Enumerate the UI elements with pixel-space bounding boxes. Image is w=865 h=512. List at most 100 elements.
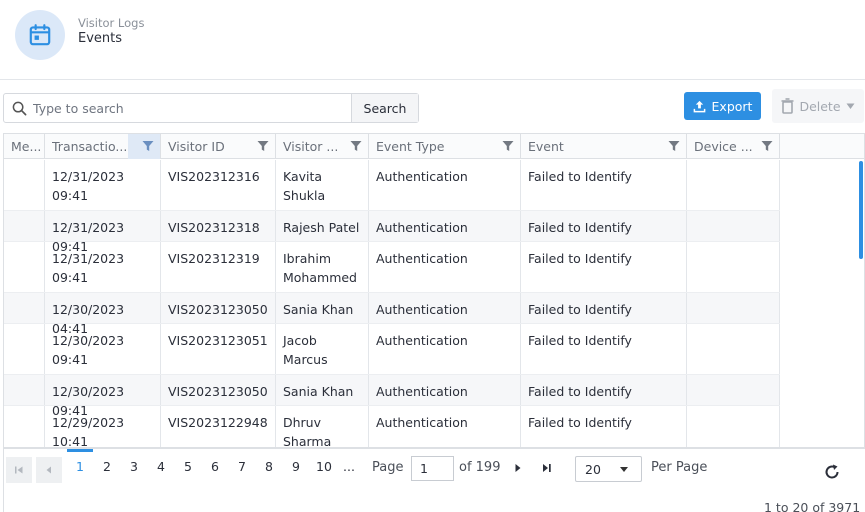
column-header-me[interactable]: Me... bbox=[4, 134, 45, 159]
cell-device bbox=[687, 324, 780, 374]
cell-me bbox=[4, 293, 45, 323]
upload-icon bbox=[693, 100, 705, 112]
page-link[interactable]: 3 bbox=[126, 459, 142, 474]
column-header-transaction[interactable]: Transactio... bbox=[45, 134, 161, 159]
refresh-icon[interactable] bbox=[822, 462, 842, 482]
cell-device bbox=[687, 160, 780, 210]
cell-visitor-name: Ibrahim Mohammed bbox=[276, 242, 369, 292]
table-row[interactable]: 12/31/2023 09:41 VIS202312319 Ibrahim Moh… bbox=[4, 242, 780, 293]
cell-event: Failed to Identify bbox=[521, 406, 687, 447]
column-header-event-type[interactable]: Event Type bbox=[369, 134, 521, 159]
cell-visitor-id: VIS202312319 bbox=[161, 242, 276, 292]
cell-visitor-name: Sania Khan bbox=[276, 375, 369, 405]
page-ellipsis[interactable]: ... bbox=[341, 459, 357, 474]
table-row[interactable]: 12/29/2023 10:41 VIS2023122948 Dhruv Shar… bbox=[4, 406, 780, 447]
cell-me bbox=[4, 375, 45, 405]
column-header-event[interactable]: Event bbox=[521, 134, 687, 159]
cell-visitor-id: VIS2023123050 bbox=[161, 293, 276, 323]
page-total: of 199 bbox=[459, 460, 501, 475]
first-page-button[interactable] bbox=[6, 457, 32, 483]
chevron-down-icon[interactable] bbox=[846, 103, 855, 110]
cell-me bbox=[4, 160, 45, 210]
page-link[interactable]: 4 bbox=[153, 459, 169, 474]
page-header: Visitor Logs Events bbox=[0, 0, 865, 80]
cell-transaction: 12/31/2023 09:41 bbox=[45, 160, 161, 210]
cell-event: Failed to Identify bbox=[521, 211, 687, 241]
column-header-device[interactable]: Device ... bbox=[687, 134, 780, 159]
filter-icon[interactable] bbox=[142, 140, 154, 152]
last-page-icon[interactable] bbox=[541, 462, 553, 474]
page-link[interactable]: 6 bbox=[207, 459, 223, 474]
cell-event: Failed to Identify bbox=[521, 324, 687, 374]
cell-transaction: 12/31/2023 09:41 bbox=[45, 211, 161, 254]
cell-visitor-id: VIS202312316 bbox=[161, 160, 276, 210]
cell-visitor-name: Dhruv Sharma bbox=[276, 406, 369, 447]
cell-me bbox=[4, 242, 45, 292]
filter-icon[interactable] bbox=[502, 140, 514, 152]
page-link[interactable]: 7 bbox=[234, 459, 250, 474]
search-button[interactable]: Search bbox=[351, 94, 418, 122]
cell-me bbox=[4, 211, 45, 241]
page-link[interactable]: 1 bbox=[72, 459, 88, 474]
cell-device bbox=[687, 293, 780, 323]
cell-me bbox=[4, 324, 45, 374]
cell-event-type: Authentication bbox=[369, 375, 521, 405]
page-link[interactable]: 5 bbox=[180, 459, 196, 474]
export-label: Export bbox=[711, 98, 753, 114]
table-row[interactable]: 12/30/2023 09:41 VIS2023123051 Jacob Marc… bbox=[4, 324, 780, 375]
vertical-scrollbar[interactable] bbox=[859, 161, 863, 259]
filter-icon[interactable] bbox=[257, 140, 269, 152]
filter-icon[interactable] bbox=[668, 140, 680, 152]
chevron-down-icon bbox=[620, 467, 628, 472]
cell-device bbox=[687, 242, 780, 292]
prev-page-button[interactable] bbox=[36, 457, 62, 483]
column-header-visitor-name[interactable]: Visitor ... bbox=[276, 134, 369, 159]
events-grid: Me... Transactio... Visitor ID Visitor .… bbox=[3, 133, 865, 448]
cell-event-type: Authentication bbox=[369, 324, 521, 374]
table-row[interactable]: 12/30/2023 04:41 VIS2023123050 Sania Kha… bbox=[4, 293, 780, 336]
cell-visitor-id: VIS2023122948 bbox=[161, 406, 276, 447]
cell-event: Failed to Identify bbox=[521, 160, 687, 210]
chevron-left-icon bbox=[46, 466, 51, 474]
cell-event-type: Authentication bbox=[369, 242, 521, 292]
pagination-bar: 1 2 3 4 5 6 7 8 9 10 ... Page of 199 20 … bbox=[3, 448, 865, 512]
cell-event: Failed to Identify bbox=[521, 375, 687, 405]
page-link[interactable]: 9 bbox=[288, 459, 304, 474]
column-header-visitor-id[interactable]: Visitor ID bbox=[161, 134, 276, 159]
table-row[interactable]: 12/31/2023 09:41 VIS202312318 Rajesh Pat… bbox=[4, 211, 780, 254]
grid-header: Me... Transactio... Visitor ID Visitor .… bbox=[4, 134, 864, 159]
cell-visitor-name: Kavita Shukla bbox=[276, 160, 369, 210]
cell-device bbox=[687, 211, 780, 241]
filter-icon[interactable] bbox=[350, 140, 362, 152]
cell-transaction: 12/29/2023 10:41 bbox=[45, 406, 161, 447]
table-row[interactable]: 12/30/2023 09:41 VIS2023123050 Sania Kha… bbox=[4, 375, 780, 418]
search-field bbox=[4, 94, 351, 122]
cell-event: Failed to Identify bbox=[521, 293, 687, 323]
record-summary: 1 to 20 of 3971 bbox=[764, 500, 861, 512]
search-input[interactable] bbox=[33, 100, 333, 116]
page-link[interactable]: 2 bbox=[99, 459, 115, 474]
next-page-icon[interactable] bbox=[512, 462, 524, 474]
per-page-select[interactable]: 20 bbox=[575, 456, 642, 482]
trash-icon bbox=[781, 98, 794, 114]
cell-visitor-name: Jacob Marcus bbox=[276, 324, 369, 374]
page-title: Events bbox=[78, 31, 123, 46]
current-page-indicator bbox=[67, 449, 93, 452]
page-link[interactable]: 10 bbox=[313, 459, 335, 474]
cell-visitor-name: Rajesh Patel bbox=[276, 211, 369, 241]
cell-transaction: 12/30/2023 04:41 bbox=[45, 293, 161, 336]
cell-event: Failed to Identify bbox=[521, 242, 687, 292]
per-page-label: Per Page bbox=[651, 460, 708, 475]
export-button[interactable]: Export bbox=[684, 92, 761, 120]
cell-device bbox=[687, 406, 780, 447]
cell-event-type: Authentication bbox=[369, 211, 521, 241]
page-input[interactable] bbox=[411, 456, 454, 481]
breadcrumb-parent[interactable]: Visitor Logs bbox=[78, 16, 144, 30]
page-link[interactable]: 8 bbox=[261, 459, 277, 474]
cell-transaction: 12/31/2023 09:41 bbox=[45, 242, 161, 292]
calendar-icon bbox=[15, 10, 65, 60]
table-row[interactable]: 12/31/2023 09:41 VIS202312316 Kavita Shuk… bbox=[4, 160, 780, 211]
cell-visitor-id: VIS2023123051 bbox=[161, 324, 276, 374]
delete-button[interactable]: Delete bbox=[772, 89, 864, 123]
filter-icon[interactable] bbox=[761, 140, 773, 152]
